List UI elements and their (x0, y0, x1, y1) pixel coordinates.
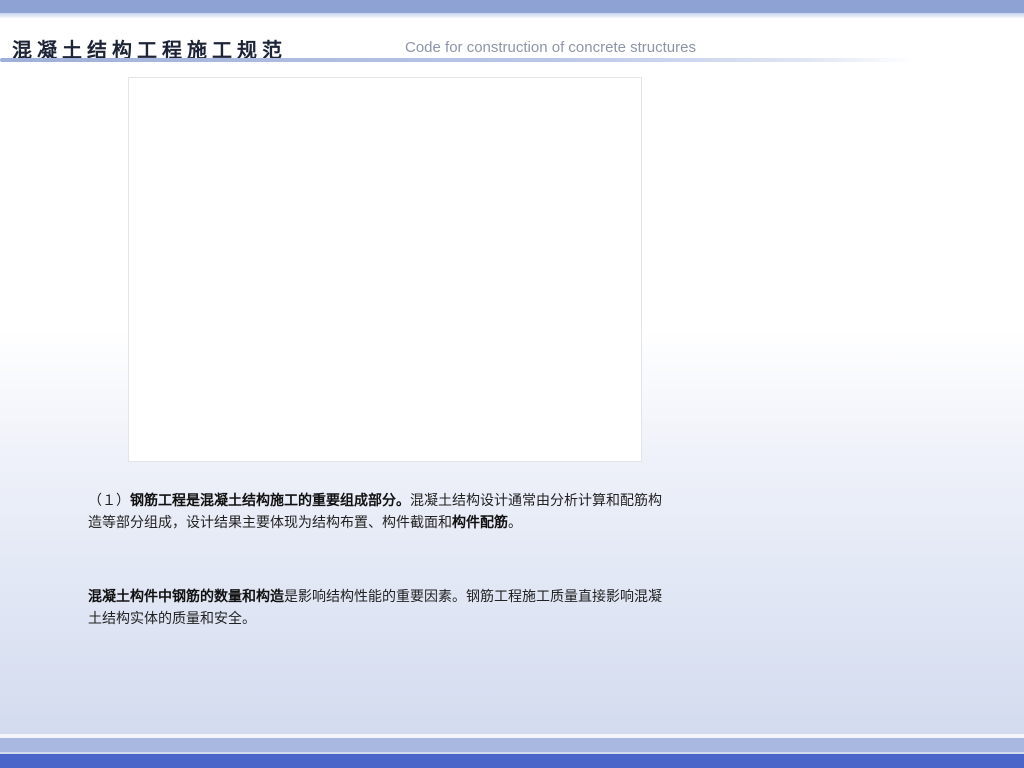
top-decorative-bar (0, 0, 1024, 13)
slide: 混凝土结构工程施工规范 Code for construction of con… (0, 0, 1024, 768)
paragraph-number: （１） (88, 493, 130, 509)
slide-header: 混凝土结构工程施工规范 Code for construction of con… (0, 28, 1024, 64)
slide-title-english: Code for construction of concrete struct… (405, 39, 696, 56)
bottom-decorative-bar-dark (0, 754, 1024, 768)
image-placeholder (128, 77, 642, 462)
paragraph-end: 。 (508, 515, 522, 531)
header-divider (0, 58, 915, 62)
paragraph-bold-term: 构件配筋 (452, 515, 508, 531)
bottom-decorative-bar-light (0, 738, 1024, 752)
paragraph-bold-lead: 钢筋工程是混凝土结构施工的重要组成部分。 (130, 493, 410, 509)
paragraph-bold-lead: 混凝土构件中钢筋的数量和构造 (88, 589, 284, 605)
paragraph-rebar-engineering: （１）钢筋工程是混凝土结构施工的重要组成部分。混凝土结构设计通常由分析计算和配筋… (88, 490, 668, 534)
top-bar-shade (0, 13, 1024, 19)
paragraph-rebar-quantity: 混凝土构件中钢筋的数量和构造是影响结构性能的重要因素。钢筋工程施工质量直接影响混… (88, 586, 668, 630)
